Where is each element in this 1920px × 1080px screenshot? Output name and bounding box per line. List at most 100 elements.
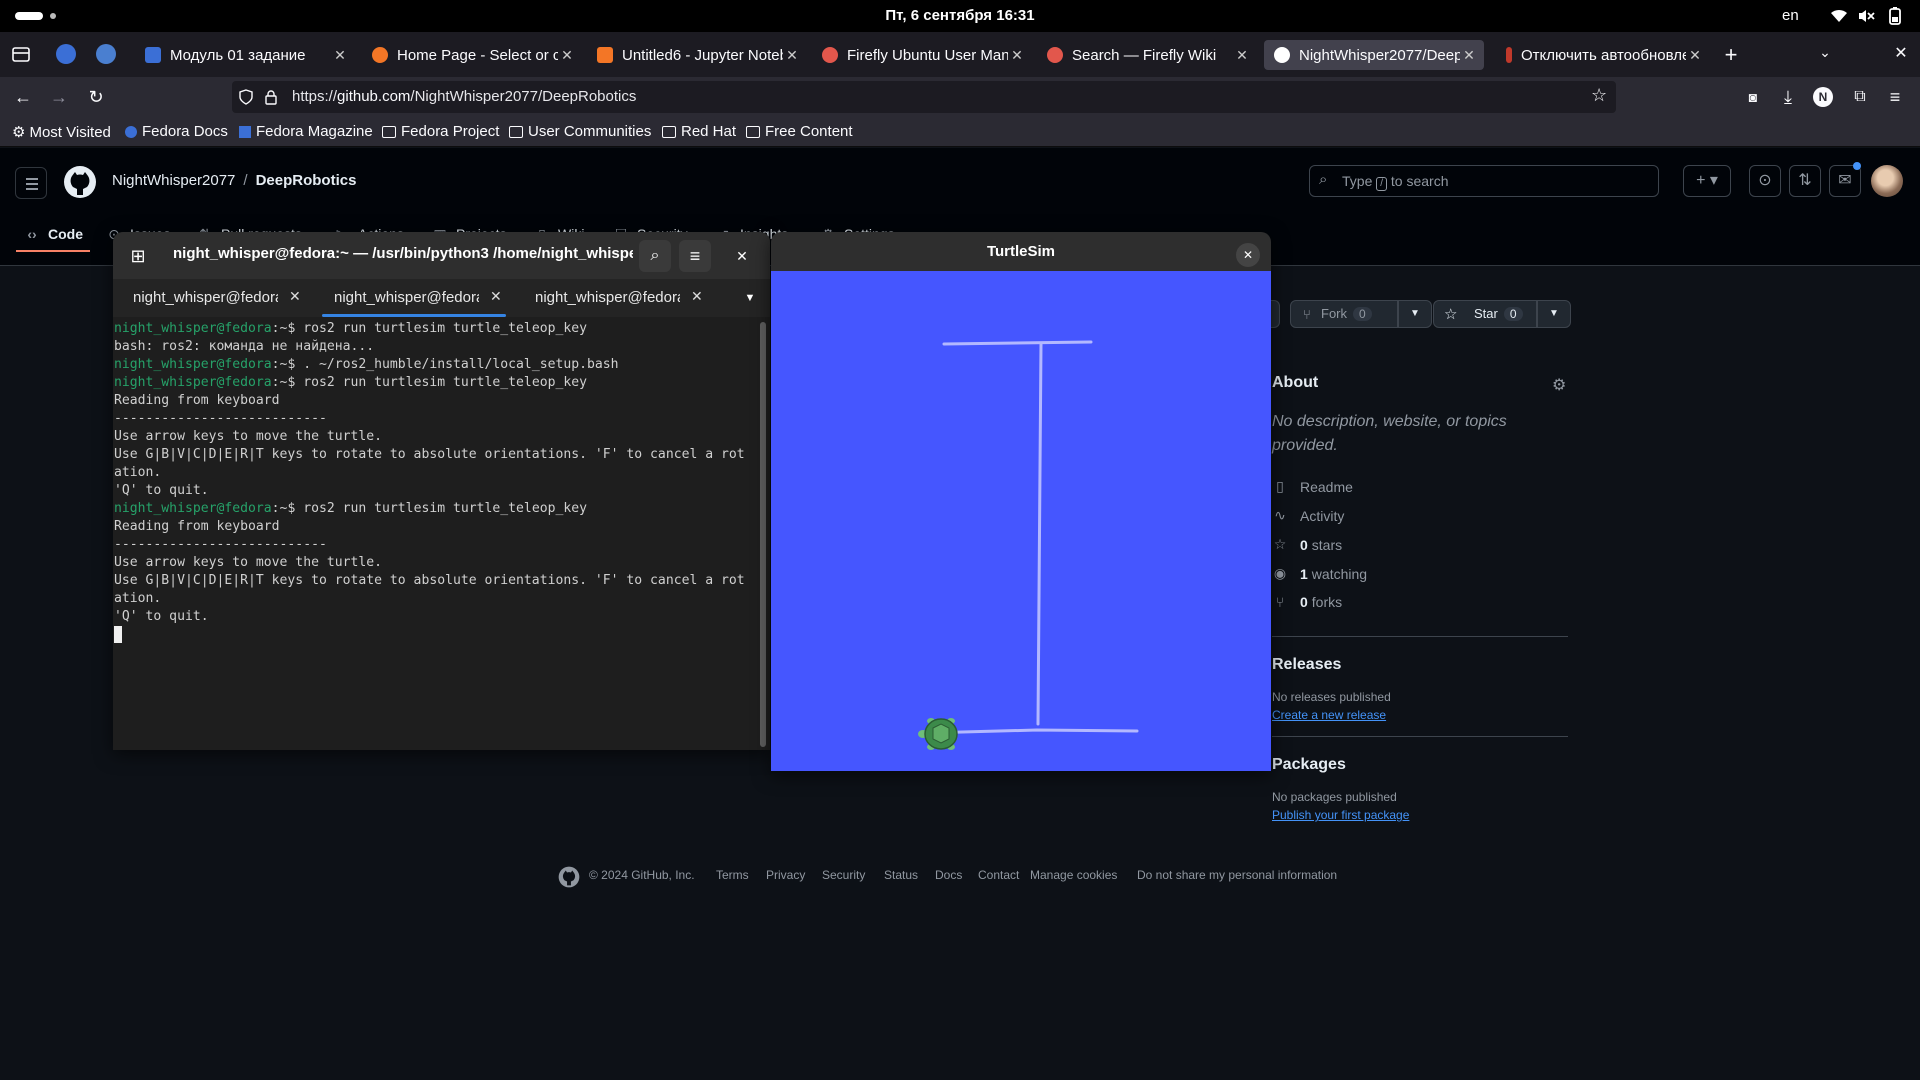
volume-muted-icon[interactable] — [1856, 6, 1876, 26]
terminal-scrollbar[interactable] — [760, 322, 766, 747]
packages-heading[interactable]: Packages — [1272, 756, 1346, 774]
reload-icon[interactable]: ↻ — [85, 86, 107, 108]
terminal-tab-active[interactable]: night_whisper@fedora:~ ✕ — [314, 279, 514, 317]
pull-requests-icon[interactable]: ⇅ — [1789, 165, 1821, 197]
terminal-line-text: --------------------------- — [114, 537, 327, 552]
bookmark-free-content[interactable]: Free Content — [746, 123, 853, 140]
github-logo-icon[interactable] — [63, 165, 97, 199]
about-settings-gear-icon[interactable]: ⚙ — [1552, 375, 1566, 395]
bookmark-user-communities[interactable]: User Communities — [509, 123, 651, 140]
fork-dropdown-chevron-icon[interactable]: ▼ — [1398, 300, 1432, 328]
new-tab-plus-icon[interactable]: + — [1720, 42, 1742, 68]
footer-link-terms[interactable]: Terms — [716, 868, 749, 882]
list-all-tabs-chevron-icon[interactable]: ⌄ — [1814, 44, 1836, 61]
url-text[interactable]: https://github.com/NightWhisper2077/Deep… — [292, 88, 636, 105]
terminal-tab[interactable]: night_whisper@fedora:~ ✕ — [515, 279, 715, 317]
window-close-icon[interactable]: ✕ — [1891, 43, 1911, 63]
pinned-tab-fedora-2-icon[interactable] — [96, 44, 116, 64]
create-release-link[interactable]: Create a new release — [1272, 708, 1386, 722]
browser-tab[interactable]: Untitled6 - Jupyter Notebook ✕ — [587, 40, 807, 70]
fork-button[interactable]: ⑂ Fork 0 — [1290, 300, 1398, 328]
turtlesim-window[interactable]: TurtleSim ✕ — [771, 232, 1271, 771]
forward-arrow-icon[interactable]: → — [48, 86, 70, 108]
new-tab-icon[interactable]: ⊞ — [122, 240, 154, 272]
terminal-header[interactable]: ⊞ night_whisper@fedora:~ — /usr/bin/pyth… — [113, 232, 770, 279]
tab-close-icon[interactable]: ✕ — [1460, 47, 1478, 64]
star-dropdown-chevron-icon[interactable]: ▼ — [1537, 300, 1571, 328]
repo-owner-link[interactable]: NightWhisper2077 — [112, 172, 235, 189]
extensions-icon[interactable]: ⧉ — [1849, 86, 1871, 108]
terminal-window[interactable]: ⊞ night_whisper@fedora:~ — /usr/bin/pyth… — [113, 232, 770, 750]
github-footer-logo-icon[interactable] — [558, 866, 580, 888]
activity-link[interactable]: ∿ Activity — [1272, 507, 1344, 524]
app-menu-icon[interactable]: ≡ — [1884, 86, 1906, 108]
footer-link-manage-cookies[interactable]: Manage cookies — [1030, 868, 1117, 882]
readme-link[interactable]: ▯ Readme — [1272, 478, 1353, 495]
firefox-view-icon[interactable] — [11, 44, 31, 64]
menu-hamburger-icon[interactable]: ≡ — [679, 240, 711, 272]
avatar[interactable] — [1871, 165, 1903, 197]
bookmark-fedora-docs[interactable]: Fedora Docs — [125, 123, 228, 140]
repo-name-link[interactable]: DeepRobotics — [256, 172, 357, 189]
tab-close-icon[interactable]: ✕ — [331, 47, 349, 64]
tab-close-icon[interactable]: ✕ — [490, 288, 502, 305]
browser-tab[interactable]: Home Page - Select or create ✕ — [362, 40, 582, 70]
forks-link[interactable]: ⑂ 0 forks — [1272, 594, 1342, 610]
watching-link[interactable]: ◉ 1 watching — [1272, 565, 1367, 582]
menu-hamburger-icon[interactable] — [15, 167, 47, 199]
footer-link-contact[interactable]: Contact — [978, 868, 1019, 882]
bookmark-fedora-project[interactable]: Fedora Project — [382, 123, 499, 140]
bookmark-red-hat[interactable]: Red Hat — [662, 123, 736, 140]
search-input[interactable]: ⌕ Type / to search — [1309, 165, 1659, 197]
star-button[interactable]: ☆ Star 0 — [1433, 300, 1537, 328]
terminal-tab-label: night_whisper@fedora:~ — [535, 289, 680, 306]
bookmark-most-visited[interactable]: ⚙ Most Visited — [12, 123, 111, 142]
terminal-tab[interactable]: night_whisper@fedora:~ ✕ — [113, 279, 313, 317]
tab-close-icon[interactable]: ✕ — [289, 288, 301, 305]
tab-list-chevron-icon[interactable]: ▼ — [734, 282, 766, 314]
create-new-button[interactable]: + ▾ — [1683, 165, 1731, 197]
account-avatar-icon[interactable]: N — [1813, 87, 1833, 107]
pocket-icon[interactable]: ◙ — [1742, 86, 1764, 108]
footer-link-status[interactable]: Status — [884, 868, 918, 882]
tab-close-icon[interactable]: ✕ — [1008, 47, 1026, 64]
bookmark-star-icon[interactable]: ☆ — [1591, 85, 1607, 106]
bookmark-fedora-magazine[interactable]: Fedora Magazine — [239, 123, 373, 140]
stars-link[interactable]: ☆ 0 stars — [1272, 536, 1342, 553]
tab-favicon-icon — [1506, 47, 1512, 63]
url-bar[interactable]: https://github.com/NightWhisper2077/Deep… — [232, 81, 1616, 113]
tab-close-icon[interactable]: ✕ — [1686, 47, 1704, 64]
tracking-shield-icon[interactable] — [238, 89, 254, 105]
shell-prompt: night_whisper@fedora — [114, 357, 272, 372]
tab-close-icon[interactable]: ✕ — [783, 47, 801, 64]
browser-tab[interactable]: Firefly Ubuntu User Manual ✕ — [812, 40, 1032, 70]
battery-icon[interactable] — [1885, 6, 1905, 26]
tab-code[interactable]: ‹› Code — [24, 226, 83, 242]
footer-link-privacy[interactable]: Privacy — [766, 868, 805, 882]
browser-tab-active[interactable]: NightWhisper2077/DeepRobotics ✕ — [1264, 40, 1484, 70]
browser-tab[interactable]: Отключить автообновление ✕ — [1490, 40, 1710, 70]
browser-tab[interactable]: Search — Firefly Wiki ✕ — [1037, 40, 1257, 70]
back-arrow-icon[interactable]: ← — [12, 86, 34, 108]
tab-close-icon[interactable]: ✕ — [691, 288, 703, 305]
keyboard-layout-indicator[interactable]: en — [1782, 7, 1799, 24]
window-close-icon[interactable]: ✕ — [1236, 243, 1260, 267]
footer-link-docs[interactable]: Docs — [935, 868, 962, 882]
search-icon[interactable]: ⌕ — [639, 240, 671, 272]
footer-link-do-not-share[interactable]: Do not share my personal information — [1137, 868, 1337, 882]
publish-package-link[interactable]: Publish your first package — [1272, 808, 1409, 822]
pinned-tab-fedora-icon[interactable] — [56, 44, 76, 64]
divider — [1272, 636, 1568, 637]
lock-icon[interactable] — [264, 89, 278, 105]
system-clock[interactable]: Пт, 6 сентября 16:31 — [0, 7, 1920, 24]
tab-close-icon[interactable]: ✕ — [558, 47, 576, 64]
terminal-output[interactable]: night_whisper@fedora:~$ ros2 run turtles… — [113, 318, 758, 748]
wifi-icon[interactable] — [1829, 6, 1849, 26]
window-close-icon[interactable]: ✕ — [726, 240, 758, 272]
tab-close-icon[interactable]: ✕ — [1233, 47, 1251, 64]
issues-icon[interactable]: ⊙ — [1749, 165, 1781, 197]
downloads-icon[interactable]: ⤓ — [1777, 86, 1799, 108]
browser-tab[interactable]: Модуль 01 задание ✕ — [135, 40, 355, 70]
releases-heading[interactable]: Releases — [1272, 656, 1341, 674]
footer-link-security[interactable]: Security — [822, 868, 865, 882]
